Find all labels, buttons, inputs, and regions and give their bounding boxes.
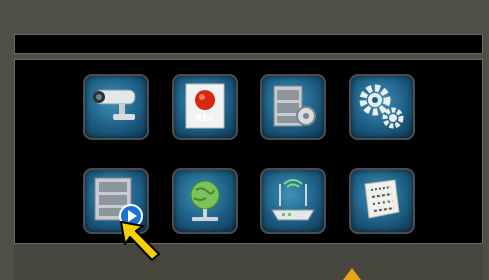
menu-tile-network[interactable] [172,168,238,234]
menu-tile-camera[interactable] [83,74,149,140]
menu-tile-video-settings[interactable] [260,74,326,140]
menu-tile-settings[interactable] [349,74,415,140]
warning-icon [343,268,361,280]
gear-icon [359,84,404,129]
cursor-arrow-icon [120,221,160,261]
top-status-bar [14,34,483,54]
record-icon [185,83,225,129]
wifi-router-icon [271,179,315,221]
video-settings-icon [273,85,316,127]
camera-icon [93,89,136,120]
storage-icon [364,179,400,219]
menu-tile-storage[interactable] [349,168,415,234]
bottom-status-strip [14,244,483,280]
network-icon [190,180,220,221]
menu-tile-wifi[interactable] [260,168,326,234]
menu-tile-record[interactable]: REC [172,74,238,140]
rec-label: REC [195,114,215,124]
